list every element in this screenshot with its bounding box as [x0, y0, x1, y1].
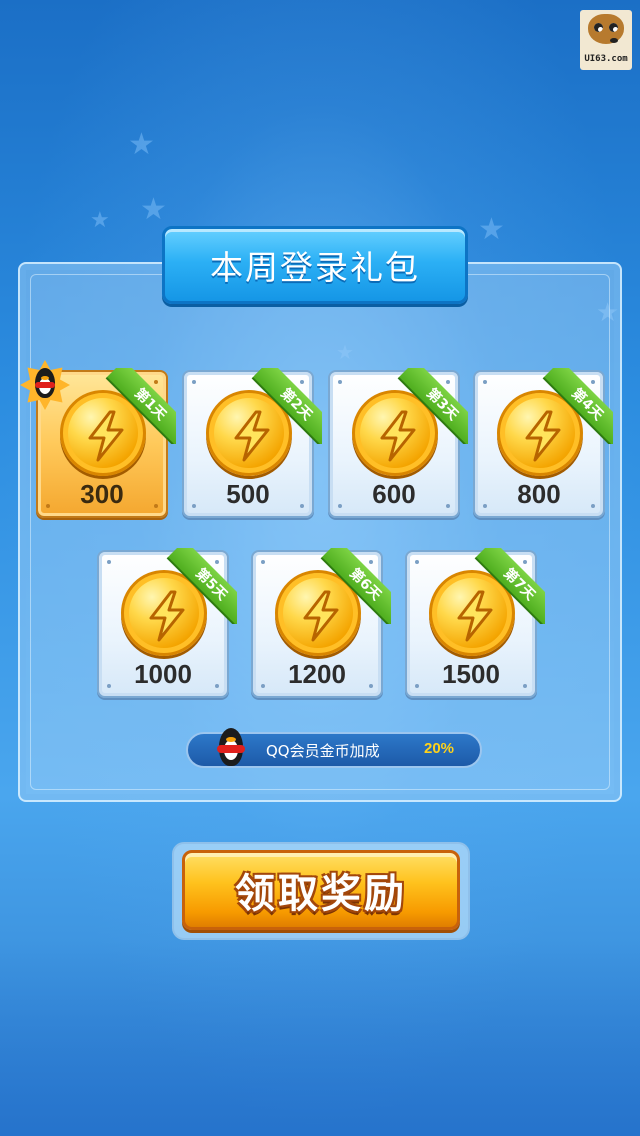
day-reward-amount: 1200: [288, 659, 346, 689]
vip-bonus-label: QQ会员金币加成: [266, 742, 380, 760]
day-label: 第1天: [131, 385, 170, 424]
day-label: 第5天: [192, 565, 231, 604]
day-reward-amount: 1500: [442, 659, 500, 689]
site-logo: UI63.com: [580, 10, 632, 70]
day-reward-amount: 600: [372, 479, 416, 509]
logo-text: UI63.com: [584, 54, 628, 64]
dog-face-icon: [588, 14, 624, 44]
day-card-6[interactable]: 1200 第6天: [251, 548, 391, 698]
day-label: 第6天: [346, 565, 385, 604]
day-card-2[interactable]: 500 第2天: [182, 368, 322, 518]
day-ribbon: 第7天: [469, 548, 545, 624]
bg-star-icon: ★: [128, 127, 155, 162]
vip-bonus-value: 20%: [424, 740, 455, 757]
day-reward-amount: 300: [80, 479, 124, 509]
vip-bonus-bar: QQ会员金币加成 20%: [186, 728, 482, 768]
panel-title-text: 本周登录礼包: [210, 248, 420, 287]
day-ribbon: 第5天: [161, 548, 237, 624]
day-label: 第4天: [568, 385, 607, 424]
bg-star-icon: ★: [90, 208, 110, 233]
login-reward-panel: [18, 262, 622, 802]
day-ribbon: 第4天: [537, 368, 613, 444]
day-ribbon: 第3天: [392, 368, 468, 444]
bg-star-icon: ★: [478, 212, 505, 247]
day-label: 第3天: [423, 385, 462, 424]
day-ribbon: 第6天: [315, 548, 391, 624]
day-label: 第2天: [277, 385, 316, 424]
day-card-7[interactable]: 1500 第7天: [405, 548, 545, 698]
day-ribbon: 第1天: [100, 368, 176, 444]
qq-penguin-icon: [216, 728, 246, 770]
day-ribbon: 第2天: [246, 368, 322, 444]
day-card-4[interactable]: 800 第4天: [473, 368, 613, 518]
bg-star-icon: ★: [140, 192, 167, 227]
day-reward-amount: 500: [226, 479, 270, 509]
day-card-5[interactable]: 1000 第5天: [97, 548, 237, 698]
today-badge: [20, 360, 70, 410]
day-card-3[interactable]: 600 第3天: [328, 368, 468, 518]
qq-penguin-icon: [33, 368, 57, 400]
panel-title: 本周登录礼包: [162, 226, 468, 304]
claim-button-frame: 领取奖励: [172, 842, 470, 940]
day-reward-amount: 1000: [134, 659, 192, 689]
background-bottom-band: [0, 940, 640, 1136]
day-reward-amount: 800: [517, 479, 561, 509]
day-label: 第7天: [500, 565, 539, 604]
claim-reward-label: 领取奖励: [235, 871, 407, 917]
claim-reward-button[interactable]: 领取奖励: [182, 850, 460, 930]
